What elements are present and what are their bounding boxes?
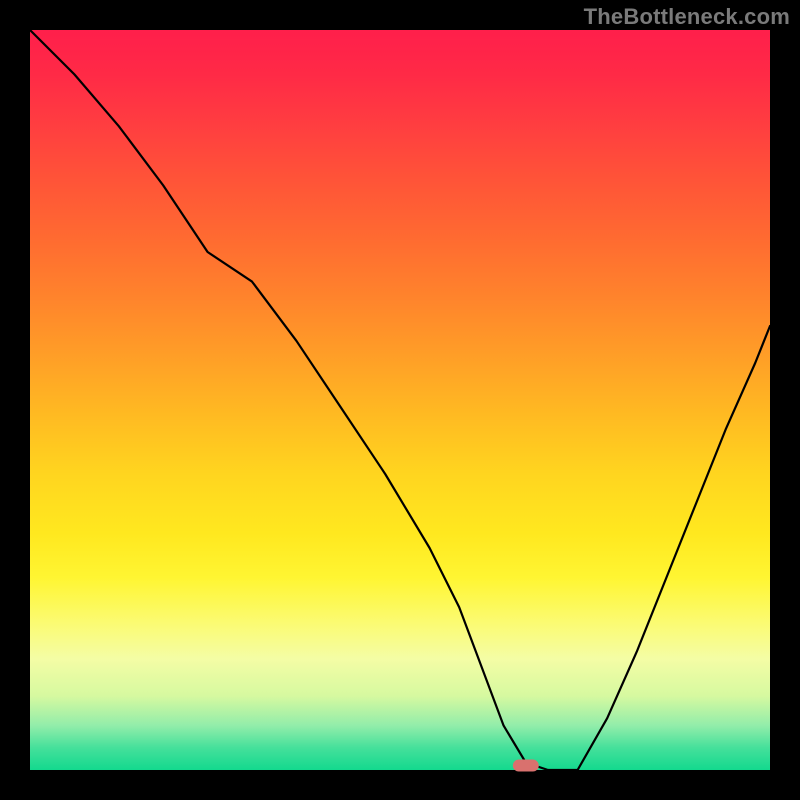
watermark-label: TheBottleneck.com <box>584 4 790 30</box>
chart-frame: TheBottleneck.com <box>0 0 800 800</box>
bottleneck-curve <box>30 30 770 770</box>
plot-svg <box>30 30 770 770</box>
optimal-marker <box>513 760 539 772</box>
